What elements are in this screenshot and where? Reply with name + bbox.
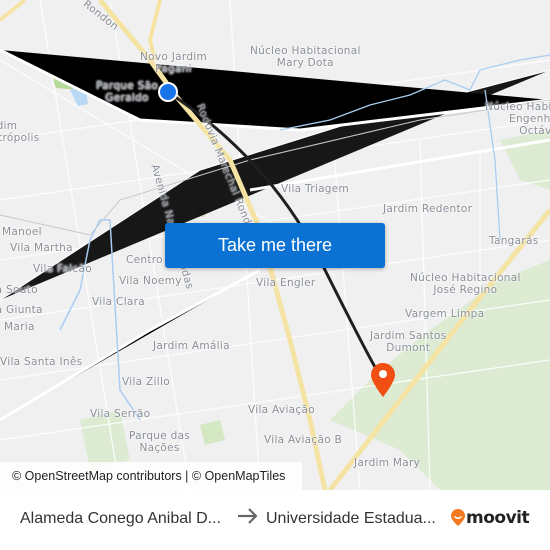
- map[interactable]: Novo Jardim Pagani Parque São Geraldo Ja…: [0, 0, 550, 490]
- map-label-engenheiro-octavio: Núcleo Habitacional Engenheiro Octávio: [485, 101, 550, 137]
- map-label-vila-giunta: Vila Giunta: [0, 304, 43, 316]
- map-label-jardim-santos-dumont: Jardim Santos Dumont: [370, 330, 447, 354]
- map-attribution[interactable]: © OpenStreetMap contributors | © OpenMap…: [0, 462, 302, 490]
- map-label-centro: Centro: [126, 254, 163, 266]
- highway: [0, 0, 27, 22]
- moovit-logo[interactable]: moovit: [450, 508, 530, 528]
- map-label-vila-falcao: Vila Falcão: [33, 263, 92, 275]
- map-label-vila-aviacao-b: Vila Aviação B: [264, 434, 343, 446]
- map-label-vila-martha: Vila Martha: [10, 242, 73, 254]
- map-label-jardim-metropolis: Jardim Metrópolis: [0, 120, 40, 144]
- map-label-tangaras: Tangarás: [489, 235, 539, 247]
- map-label-parque-das-nacoes: Parque das Nações: [129, 430, 191, 454]
- map-label-mary-dota: Núcleo Habitacional Mary Dota: [250, 45, 361, 69]
- map-label-novo-jardim-pagani: Novo Jardim Pagani: [140, 51, 208, 75]
- map-label-vila-clara: Vila Clara: [92, 296, 145, 308]
- destination-pin-icon[interactable]: [369, 362, 397, 398]
- map-label-vila-engler: Vila Engler: [256, 277, 316, 289]
- park-area: [200, 420, 225, 445]
- map-label-vila-triagem: Vila Triagem: [281, 183, 350, 195]
- origin-stop-name: Alameda Conego Anibal D...: [20, 510, 222, 527]
- origin-marker[interactable]: [158, 82, 178, 102]
- map-label-parque-sao-geraldo: Parque São Geraldo: [96, 80, 159, 104]
- destination-name: Universidade Estadua...: [266, 510, 436, 527]
- moovit-pin-icon: [451, 509, 465, 526]
- map-label-vila-santa-ines: Vila Santa Inês: [0, 356, 83, 368]
- map-label-vila-souto: Vila Souto: [0, 284, 38, 296]
- map-label-jardim-amalia: Jardim Amália: [153, 340, 230, 352]
- map-label-vila-maria: Vila Maria: [0, 321, 35, 333]
- arrow-right-icon: [238, 508, 258, 524]
- take-me-there-button[interactable]: Take me there: [165, 223, 385, 268]
- map-label-vila-noemy: Vila Noemy: [119, 275, 182, 287]
- map-label-vila-serrao: Vila Serrão: [90, 408, 151, 420]
- map-label-jose-regino: Núcleo Habitacional José Regino: [410, 272, 521, 296]
- map-label-vargem-limpa: Vargem Limpa: [405, 308, 485, 320]
- map-label-vila-zillo: Vila Zillo: [122, 376, 170, 388]
- map-label-sao-manoel: São Manoel: [0, 226, 42, 238]
- map-label-jardim-redentor: Jardim Redentor: [383, 203, 473, 215]
- map-label-jardim-mary: Jardim Mary: [354, 457, 421, 469]
- map-label-vila-aviacao: Vila Aviação: [248, 404, 315, 416]
- moovit-wordmark: moovit: [466, 508, 530, 528]
- route-footer: Alameda Conego Anibal D... Universidade …: [0, 490, 550, 550]
